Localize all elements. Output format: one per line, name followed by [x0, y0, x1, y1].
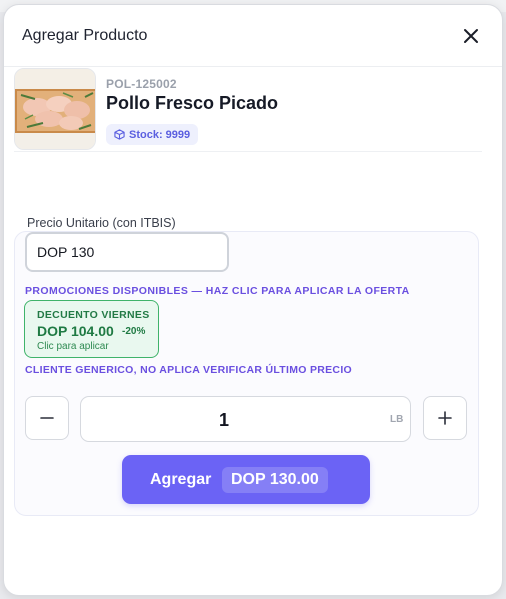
- modal-title: Agregar Producto: [22, 27, 148, 44]
- plus-icon: [438, 411, 452, 425]
- quantity-value: 1: [218, 410, 229, 430]
- close-button[interactable]: [460, 25, 482, 47]
- product-code: POL-125002: [106, 77, 177, 91]
- promotion-discount: -20%: [122, 326, 146, 337]
- quantity-field[interactable]: 1 LB: [80, 396, 411, 442]
- decrease-quantity-button[interactable]: [25, 396, 69, 440]
- unit-price-label: Precio Unitario (con ITBIS): [27, 216, 176, 230]
- promotion-price: DOP 104.00: [37, 323, 114, 339]
- promotion-card[interactable]: DECUENTO VIERNES DOP 104.00 -20% Clic pa…: [24, 300, 159, 358]
- product-summary: POL-125002 Pollo Fresco Picado Stock: 99…: [14, 68, 482, 152]
- add-product-button[interactable]: Agregar DOP 130.00: [122, 455, 370, 504]
- stock-badge: Stock: 9999: [106, 124, 199, 145]
- unit-price-input[interactable]: [25, 232, 229, 272]
- modal-header: Agregar Producto: [4, 5, 502, 67]
- promotion-hint: Clic para aplicar: [37, 341, 109, 352]
- add-button-label: Agregar: [150, 471, 212, 488]
- product-image: [14, 68, 96, 150]
- box-icon: [114, 129, 125, 140]
- product-name: Pollo Fresco Picado: [106, 93, 279, 113]
- promotion-name: DECUENTO VIERNES: [37, 309, 150, 321]
- increase-quantity-button[interactable]: [423, 396, 467, 440]
- promotions-heading: PROMOCIONES DISPONIBLES — HAZ CLIC PARA …: [25, 285, 410, 297]
- stock-label: Stock: 9999: [129, 128, 191, 141]
- add-button-total: DOP 130.00: [222, 467, 328, 493]
- minus-icon: [40, 417, 54, 419]
- client-note: CLIENTE GENERICO, NO APLICA VERIFICAR ÚL…: [25, 364, 353, 376]
- close-icon: [464, 29, 478, 43]
- quantity-unit: LB: [390, 414, 404, 425]
